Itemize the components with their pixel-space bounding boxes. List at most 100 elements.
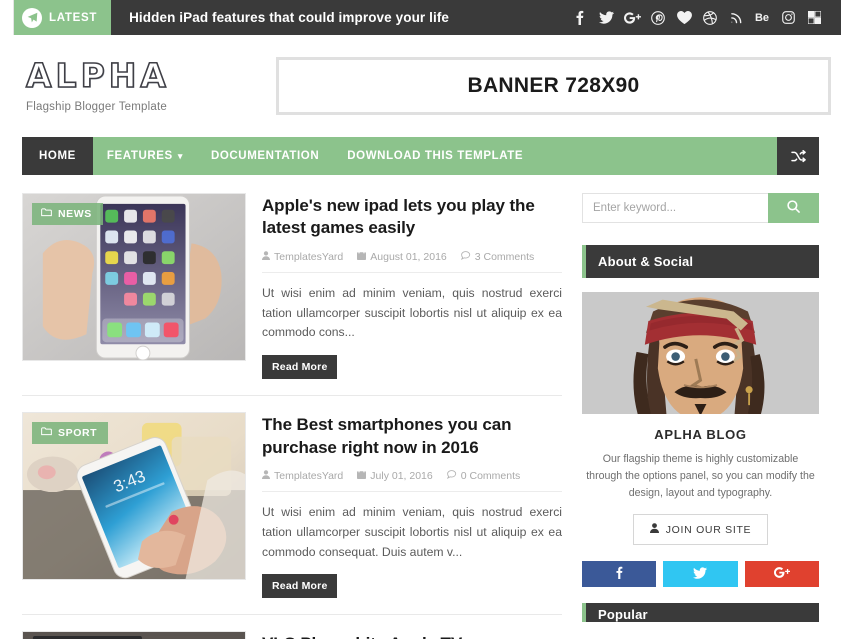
topbar-left-edge <box>0 0 14 35</box>
search-input[interactable] <box>582 193 768 223</box>
nav-item-documentation[interactable]: DOCUMENTATION <box>197 137 333 175</box>
calendar-icon <box>357 250 367 263</box>
nav-wrapper: HOME FEATURES ▾ DOCUMENTATION DOWNLOAD T… <box>0 137 841 175</box>
user-icon <box>262 251 270 263</box>
read-more-button[interactable]: Read More <box>262 355 338 380</box>
nav-label-documentation: DOCUMENTATION <box>210 150 320 162</box>
search-button[interactable] <box>768 193 819 223</box>
folder-icon <box>41 427 52 439</box>
latest-ticker-headline[interactable]: Hidden iPad features that could improve … <box>111 0 567 35</box>
pinterest-icon[interactable] <box>645 0 671 35</box>
post-author-name: TemplatesYard <box>274 250 344 263</box>
search-icon <box>787 200 800 216</box>
about-description: Our flagship theme is highly customizabl… <box>586 453 815 500</box>
about-blog-name: APLHA BLOG <box>654 427 747 442</box>
nav-item-features[interactable]: FEATURES ▾ <box>93 137 197 175</box>
sidebar: About & Social <box>582 193 819 623</box>
post-comments: 0 Comments <box>446 470 521 483</box>
rss-icon[interactable] <box>723 0 749 35</box>
post-date: August 01, 2016 <box>357 250 447 263</box>
header-banner-ad[interactable]: BANNER 728X90 <box>276 57 831 115</box>
google-plus-icon <box>773 567 790 581</box>
folder-icon <box>41 208 52 220</box>
site-logo[interactable]: ALPHA <box>25 58 270 94</box>
category-label: NEWS <box>58 208 92 220</box>
twitter-icon <box>693 567 708 582</box>
facebook-icon[interactable] <box>567 0 593 35</box>
post-item: NEWS Apple's new ipad lets you play the … <box>22 193 562 397</box>
shuffle-icon[interactable] <box>777 137 819 175</box>
search-box <box>582 193 819 223</box>
facebook-share-button[interactable] <box>582 561 657 588</box>
nav-item-download-this-template[interactable]: DOWNLOAD THIS TEMPLATE <box>333 137 537 175</box>
post-date: July 01, 2016 <box>357 470 433 483</box>
post-date-value: August 01, 2016 <box>370 250 447 263</box>
post-thumbnail[interactable]: VIDEO <box>22 631 246 639</box>
instagram-icon[interactable] <box>775 0 801 35</box>
nav-label-features: FEATURES <box>106 150 173 162</box>
google-plus-share-button[interactable] <box>744 561 819 588</box>
post-meta: TemplatesYard July 01, 2016 0 Comments <box>262 470 562 493</box>
post-title[interactable]: The Best smartphones you can purchase ri… <box>262 414 562 459</box>
post-thumbnail[interactable]: 3:43 SPORT <box>22 412 246 581</box>
post-list: NEWS Apple's new ipad lets you play the … <box>22 193 562 639</box>
sidebar-social-buttons <box>582 561 819 588</box>
post-meta: TemplatesYard August 01, 2016 3 Comments <box>262 250 562 273</box>
post-item: VIDEO VLC Player hits Apple TV so you ca… <box>22 631 562 639</box>
post-comments: 3 Comments <box>460 250 535 263</box>
comment-bubble-icon <box>446 470 457 482</box>
post-body: The Best smartphones you can purchase ri… <box>262 412 562 599</box>
content-area: NEWS Apple's new ipad lets you play the … <box>0 175 841 639</box>
join-label: JOIN OUR SITE <box>665 523 752 536</box>
latest-label: LATEST <box>49 11 98 24</box>
widget-title: About & Social <box>582 245 819 278</box>
post-body: Apple's new ipad lets you play the lates… <box>262 193 562 380</box>
main-navigation: HOME FEATURES ▾ DOCUMENTATION DOWNLOAD T… <box>22 137 819 175</box>
paper-plane-icon <box>22 7 42 28</box>
post-body: VLC Player hits Apple TV so you can play… <box>262 631 562 639</box>
read-more-button[interactable]: Read More <box>262 574 338 599</box>
macbook-and-ipad-image <box>23 632 245 639</box>
flickr-icon[interactable] <box>801 0 827 35</box>
brand-block[interactable]: ALPHA Flagship Blogger Template <box>0 58 270 113</box>
comment-bubble-icon <box>460 250 471 263</box>
post-date-value: July 01, 2016 <box>370 470 433 483</box>
nav-label-download: DOWNLOAD THIS TEMPLATE <box>347 150 524 162</box>
post-comments-count: 0 Comments <box>460 470 521 483</box>
calendar-icon <box>357 470 367 482</box>
post-excerpt: Ut wisi enim ad minim veniam, quis nostr… <box>262 285 562 340</box>
about-social-widget: About & Social APLHA BLOG Our flagship t… <box>582 245 819 588</box>
site-header: ALPHA Flagship Blogger Template BANNER 7… <box>0 35 841 137</box>
category-label: SPORT <box>58 427 98 440</box>
next-widget-title: Popular <box>582 603 819 623</box>
category-badge[interactable]: SPORT <box>32 422 109 445</box>
chevron-down-icon: ▾ <box>177 150 183 161</box>
post-thumbnail[interactable]: NEWS <box>22 193 246 361</box>
site-tagline: Flagship Blogger Template <box>26 100 167 113</box>
behance-icon[interactable]: Be <box>749 0 775 35</box>
about-body: APLHA BLOG Our flagship theme is highly … <box>582 278 819 588</box>
top-bar: LATEST Hidden iPad features that could i… <box>0 0 841 35</box>
category-badge[interactable]: NEWS <box>32 203 103 225</box>
top-social-links: Be <box>567 0 841 35</box>
post-title[interactable]: VLC Player hits Apple TV so you can play… <box>262 633 562 639</box>
twitter-share-button[interactable] <box>663 561 738 588</box>
google-plus-icon[interactable] <box>619 0 645 35</box>
dribbble-icon[interactable] <box>697 0 723 35</box>
post-author-name: TemplatesYard <box>274 470 344 483</box>
facebook-icon <box>616 566 623 582</box>
post-title[interactable]: Apple's new ipad lets you play the lates… <box>262 195 562 240</box>
join-our-site-button[interactable]: JOIN OUR SITE <box>632 514 769 546</box>
latest-tag: LATEST <box>14 0 112 35</box>
nav-label-home: HOME <box>39 150 76 162</box>
heart-icon[interactable] <box>671 0 697 35</box>
post-excerpt: Ut wisi enim ad minim veniam, quis nostr… <box>262 505 562 559</box>
post-item: 3:43 SPORT The Best smartphones you can … <box>22 412 562 616</box>
user-icon <box>649 523 659 536</box>
post-author: TemplatesYard <box>262 470 343 482</box>
avatar[interactable] <box>582 292 819 414</box>
post-comments-count: 3 Comments <box>474 250 535 263</box>
twitter-icon[interactable] <box>593 0 619 35</box>
nav-item-home[interactable]: HOME <box>22 137 93 175</box>
